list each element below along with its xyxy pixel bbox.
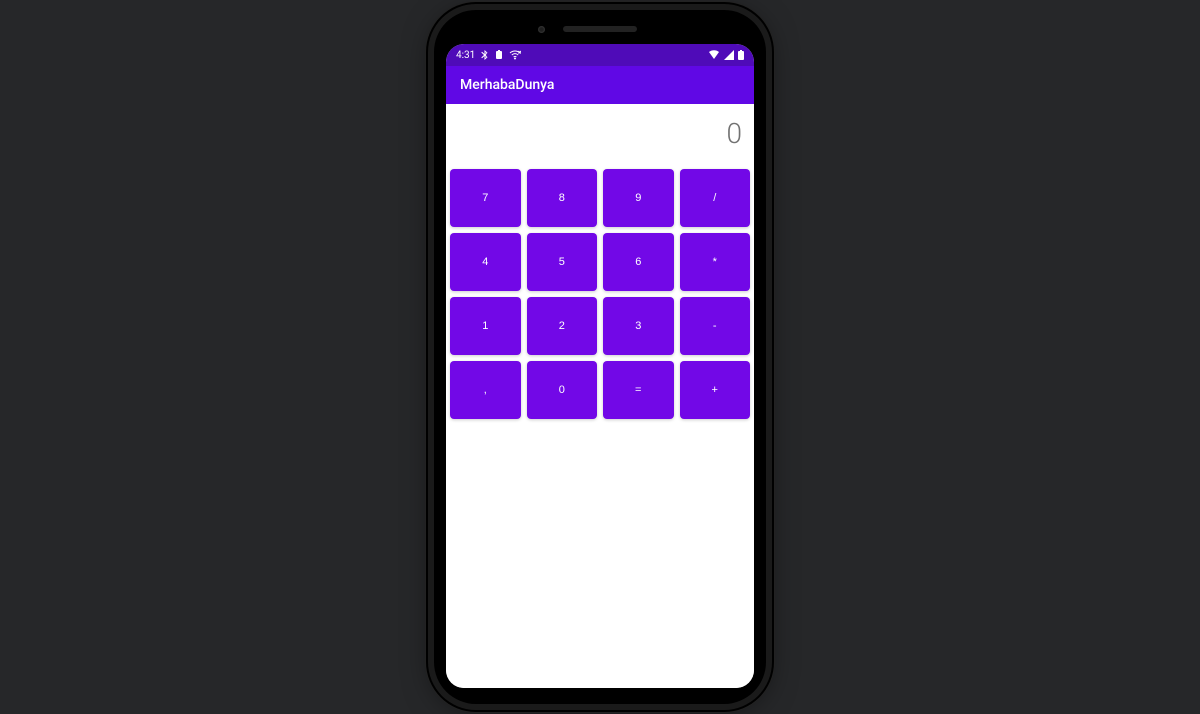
key-1[interactable]: 1 xyxy=(450,297,521,355)
key-comma[interactable]: , xyxy=(450,361,521,419)
signal-icon xyxy=(724,50,734,60)
app-title: MerhabaDunya xyxy=(460,77,554,93)
status-time: 4:31 xyxy=(456,50,475,61)
wifi-disabled-icon xyxy=(509,50,521,60)
keypad-row: 1 2 3 - xyxy=(446,294,754,358)
key-2[interactable]: 2 xyxy=(527,297,598,355)
key-divide[interactable]: / xyxy=(680,169,751,227)
key-equals[interactable]: = xyxy=(603,361,674,419)
status-bar: 4:31 xyxy=(446,44,754,66)
battery-saver-icon xyxy=(495,50,503,60)
key-0[interactable]: 0 xyxy=(527,361,598,419)
key-9[interactable]: 9 xyxy=(603,169,674,227)
keypad-row: 4 5 6 * xyxy=(446,230,754,294)
key-8[interactable]: 8 xyxy=(527,169,598,227)
keypad-row: 7 8 9 / xyxy=(446,166,754,230)
bluetooth-icon xyxy=(481,50,489,60)
home-indicator[interactable] xyxy=(552,680,648,683)
battery-icon xyxy=(738,50,744,60)
calculator-display: 0 xyxy=(446,104,754,162)
app-bar: MerhabaDunya xyxy=(446,66,754,104)
key-3[interactable]: 3 xyxy=(603,297,674,355)
phone-frame: 4:31 xyxy=(434,10,766,704)
display-value: 0 xyxy=(726,117,742,150)
key-5[interactable]: 5 xyxy=(527,233,598,291)
phone-screen: 4:31 xyxy=(446,44,754,688)
key-plus[interactable]: + xyxy=(680,361,751,419)
keypad-row: , 0 = + xyxy=(446,358,754,422)
key-7[interactable]: 7 xyxy=(450,169,521,227)
key-4[interactable]: 4 xyxy=(450,233,521,291)
key-minus[interactable]: - xyxy=(680,297,751,355)
wifi-icon xyxy=(708,50,720,60)
keypad: 7 8 9 / 4 5 6 * 1 2 3 - , xyxy=(446,162,754,426)
key-multiply[interactable]: * xyxy=(680,233,751,291)
app-content: 0 7 8 9 / 4 5 6 * 1 2 3 xyxy=(446,104,754,688)
key-6[interactable]: 6 xyxy=(603,233,674,291)
